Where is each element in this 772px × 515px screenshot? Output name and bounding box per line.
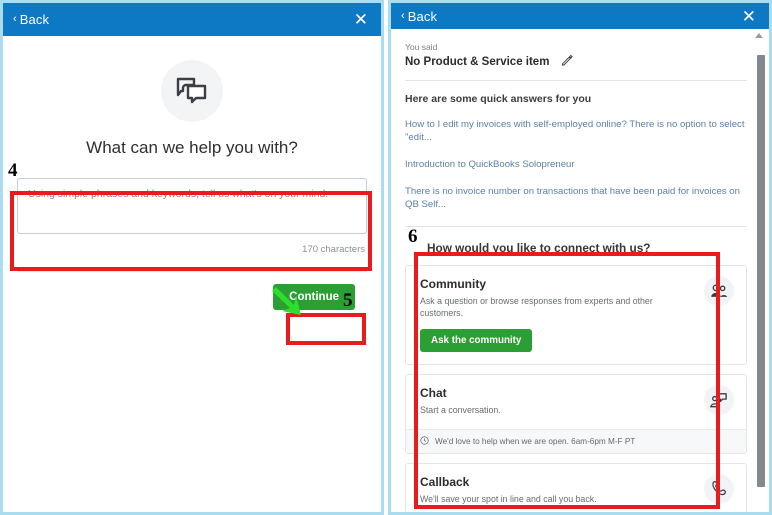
card-body: Community Ask a question or browse respo…: [406, 266, 746, 365]
back-label: Back: [19, 12, 50, 27]
contact-card-community[interactable]: Community Ask a question or browse respo…: [405, 264, 747, 366]
card-body: Chat Start a conversation.: [406, 375, 746, 429]
message-field-wrap: 170 characters: [17, 178, 367, 255]
availability-text: We'd love to help when we are open. 6am-…: [435, 436, 636, 446]
character-counter: 170 characters: [302, 244, 365, 255]
clock-icon: [420, 436, 429, 447]
divider: [405, 225, 747, 227]
quick-answer-link[interactable]: Introduction to QuickBooks Solopreneur: [405, 159, 747, 172]
quick-answer-link[interactable]: How to I edit my invoices with self-empl…: [405, 119, 747, 145]
card-description: We'll save your spot in line and call yo…: [420, 493, 597, 504]
continue-row: Continue: [17, 284, 367, 310]
scrollbar-thumb[interactable]: [757, 55, 765, 487]
card-title: Callback: [420, 474, 470, 489]
divider: [17, 271, 367, 272]
card-description: Ask a question or browse responses from …: [420, 295, 653, 319]
scroll-up-arrow-icon[interactable]: [755, 33, 763, 38]
close-icon-right[interactable]: ✕: [742, 8, 756, 25]
quick-answer-link[interactable]: There is no invoice number on transactio…: [405, 186, 747, 212]
right-titlebar: ‹ Back ✕: [391, 3, 769, 29]
scrollbar-track[interactable]: [755, 43, 765, 487]
you-said-value: No Product & Service item: [405, 55, 550, 68]
card-body: Callback We'll save your spot in line an…: [406, 464, 746, 512]
back-label: Back: [407, 8, 438, 24]
pencil-icon[interactable]: [561, 54, 574, 69]
card-title: Community: [420, 276, 486, 291]
left-titlebar: ‹ Back ✕: [3, 3, 381, 36]
support-panel-left: ‹ Back ✕ What can we help you with? 170 …: [0, 0, 384, 515]
contact-card-chat[interactable]: Chat Start a conversation. We'd love to …: [405, 374, 747, 454]
left-panel-body: What can we help you with? 170 character…: [3, 60, 381, 512]
quick-answers-heading: Here are some quick answers for you: [405, 93, 592, 105]
contact-card-callback[interactable]: Callback We'll save your spot in line an…: [405, 462, 747, 512]
screenshot-root: ‹ Back ✕ What can we help you with? 170 …: [0, 0, 772, 515]
connect-heading: How would you like to connect with us?: [427, 240, 651, 255]
divider: [405, 80, 747, 81]
close-icon-left[interactable]: ✕: [354, 11, 368, 28]
annotation-step-6: 6: [408, 226, 418, 247]
annotation-arrow-continue: [270, 285, 304, 324]
phone-icon: [704, 473, 734, 504]
chevron-left-icon: ‹: [401, 9, 405, 22]
chevron-left-icon: ‹: [13, 13, 17, 25]
page-title: What can we help you with?: [86, 138, 298, 157]
back-button-right[interactable]: ‹ Back: [401, 9, 437, 24]
people-icon: [704, 275, 734, 306]
annotation-step-5: 5: [343, 290, 353, 311]
message-textarea[interactable]: [17, 178, 367, 234]
support-panel-right: ‹ Back ✕ You said No Product & Service i…: [388, 0, 772, 515]
right-panel-body: You said No Product & Service item Here …: [391, 29, 769, 512]
ask-the-community-button[interactable]: Ask the community: [420, 329, 533, 353]
card-title: Chat: [420, 386, 447, 401]
contact-options-list: Community Ask a question or browse respo…: [405, 264, 747, 512]
back-button-left[interactable]: ‹ Back: [13, 12, 49, 27]
card-description: Start a conversation.: [420, 405, 501, 416]
you-said-value-row: No Product & Service item: [405, 54, 747, 69]
you-said-label: You said: [405, 42, 438, 52]
chat-person-icon: [704, 385, 734, 416]
card-availability: We'd love to help when we are open. 6am-…: [406, 428, 746, 453]
vertical-scrollbar[interactable]: [753, 33, 765, 488]
annotation-step-4: 4: [8, 160, 18, 181]
chat-bubbles-icon: [161, 60, 223, 122]
